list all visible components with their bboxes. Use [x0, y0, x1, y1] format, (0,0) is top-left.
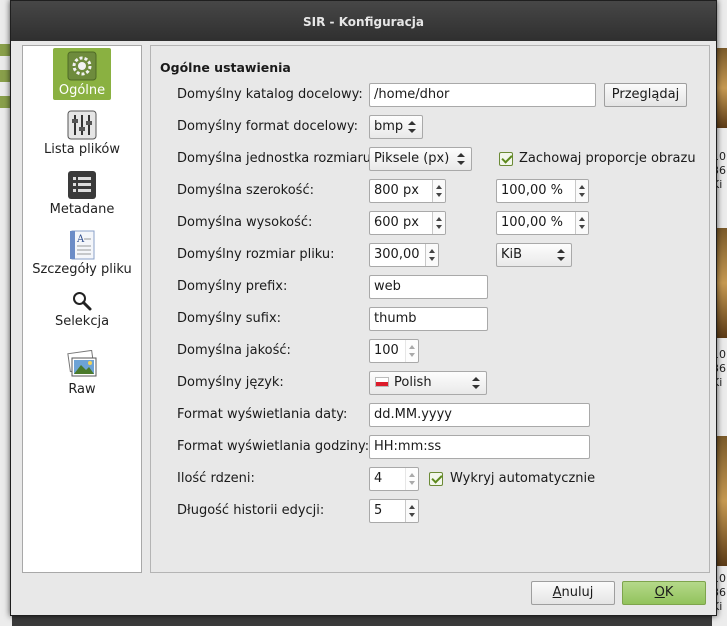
window-title[interactable]: SIR - Konfiguracja	[11, 1, 716, 41]
language-label: Domyślny język:	[177, 375, 284, 390]
cores-label: Ilość rdzeni:	[177, 471, 255, 486]
history-label: Długość historii edycji:	[177, 503, 325, 518]
sidebar-item-label: Metadane	[49, 202, 115, 217]
general-settings-panel: Ogólne ustawienia Domyślny katalog docel…	[150, 45, 710, 573]
history-value: 5	[374, 503, 383, 518]
spin-arrows[interactable]	[432, 212, 445, 234]
keep-ratio-label[interactable]: Zachowaj proporcje obrazu	[519, 151, 696, 166]
sidebar-item-selection[interactable]: Selekcja	[23, 290, 141, 329]
height-label: Domyślna wysokość:	[177, 215, 313, 230]
sidebar-item-label: Raw	[68, 382, 96, 397]
ok-label: K	[664, 585, 674, 600]
time-format-input[interactable]: HH:mm:ss	[369, 435, 590, 459]
cores-spinbox[interactable]: 4	[369, 467, 419, 491]
gear-icon	[67, 51, 97, 81]
height-percent-value: 100,00 %	[501, 215, 563, 230]
sidebar-item-general[interactable]: Ogólne	[53, 48, 111, 100]
keep-ratio-checkbox[interactable]	[499, 152, 513, 166]
file-size-unit-value: KiB	[501, 247, 523, 262]
combo-arrows-icon	[457, 153, 465, 165]
target-format-select[interactable]: bmp	[369, 115, 423, 139]
ok-mnemonic: O	[654, 585, 665, 600]
sidebar: Ogólne Lista plików Metadane A Szczegóły…	[22, 45, 142, 573]
width-label: Domyślna szerokość:	[177, 183, 314, 198]
spin-arrows[interactable]	[575, 212, 588, 234]
date-format-label: Format wyświetlania daty:	[177, 407, 348, 422]
language-select[interactable]: Polish	[369, 371, 487, 395]
spin-arrows[interactable]	[405, 468, 418, 490]
document-icon: A	[70, 230, 95, 260]
quality-value: 100	[374, 343, 399, 358]
size-unit-label: Domyślna jednostka rozmiaru:	[177, 151, 376, 166]
height-px-spinbox[interactable]: 600 px	[369, 211, 446, 235]
poland-flag-icon	[375, 377, 389, 387]
width-percent-value: 100,00 %	[501, 183, 563, 198]
sidebar-item-metadata[interactable]: Metadane	[23, 170, 141, 217]
suffix-input[interactable]: thumb	[369, 307, 488, 331]
spin-arrows[interactable]	[575, 180, 588, 202]
height-percent-spinbox[interactable]: 100,00 %	[496, 211, 589, 235]
target-dir-label: Domyślny katalog docelowy:	[177, 87, 363, 102]
sidebar-item-label: Ogólne	[58, 83, 106, 98]
sidebar-item-file-details[interactable]: A Szczegóły pliku	[23, 230, 141, 277]
width-px-value: 800 px	[374, 183, 419, 198]
prefix-label: Domyślny prefix:	[177, 279, 288, 294]
target-format-value: bmp	[374, 119, 404, 134]
photos-icon	[67, 350, 97, 377]
auto-detect-label[interactable]: Wykryj automatycznie	[450, 471, 595, 486]
sidebar-item-label: Selekcja	[54, 314, 110, 329]
browse-button[interactable]: Przeglądaj	[604, 83, 687, 107]
sliders-icon	[67, 110, 97, 140]
file-size-unit-select[interactable]: KiB	[496, 243, 572, 267]
cancel-label: nuluj	[561, 585, 594, 600]
cancel-button[interactable]: Anuluj	[531, 581, 615, 605]
combo-arrows-icon	[408, 121, 416, 133]
spin-arrows[interactable]	[432, 180, 445, 202]
svg-text:A: A	[76, 234, 85, 245]
target-dir-input[interactable]: /home/dhor	[369, 83, 596, 107]
magnifier-icon	[73, 292, 92, 311]
sidebar-item-raw[interactable]: Raw	[23, 350, 141, 397]
auto-detect-checkbox[interactable]	[429, 472, 443, 486]
section-title: Ogólne ustawienia	[160, 60, 291, 75]
file-size-value: 300,00	[374, 247, 420, 262]
target-format-label: Domyślny format docelowy:	[177, 119, 358, 134]
history-spinbox[interactable]: 5	[369, 499, 419, 523]
size-unit-value: Piksele (px)	[374, 151, 450, 166]
config-dialog: SIR - Konfiguracja Ogólne Lista plików M…	[10, 0, 717, 616]
sidebar-item-file-list[interactable]: Lista plików	[23, 110, 141, 157]
file-size-label: Domyślny rozmiar pliku:	[177, 247, 335, 262]
spin-arrows[interactable]	[425, 244, 438, 266]
sidebar-item-label: Szczegóły pliku	[32, 262, 132, 277]
file-size-spinbox[interactable]: 300,00	[369, 243, 439, 267]
language-value: Polish	[394, 375, 432, 390]
sidebar-item-label: Lista plików	[44, 142, 120, 157]
prefix-input[interactable]: web	[369, 275, 488, 299]
ok-button[interactable]: OK	[622, 581, 706, 605]
quality-label: Domyślna jakość:	[177, 343, 291, 358]
spin-arrows[interactable]	[405, 340, 418, 362]
size-unit-select[interactable]: Piksele (px)	[369, 147, 472, 171]
width-percent-spinbox[interactable]: 100,00 %	[496, 179, 589, 203]
time-format-label: Format wyświetlania godziny:	[177, 439, 370, 454]
suffix-label: Domyślny sufix:	[177, 311, 282, 326]
height-px-value: 600 px	[374, 215, 419, 230]
cores-value: 4	[374, 471, 383, 486]
combo-arrows-icon	[472, 377, 480, 389]
list-icon	[68, 171, 96, 199]
width-px-spinbox[interactable]: 800 px	[369, 179, 446, 203]
quality-spinbox[interactable]: 100	[369, 339, 419, 363]
date-format-input[interactable]: dd.MM.yyyy	[369, 403, 590, 427]
combo-arrows-icon	[557, 249, 565, 261]
spin-arrows[interactable]	[405, 500, 418, 522]
